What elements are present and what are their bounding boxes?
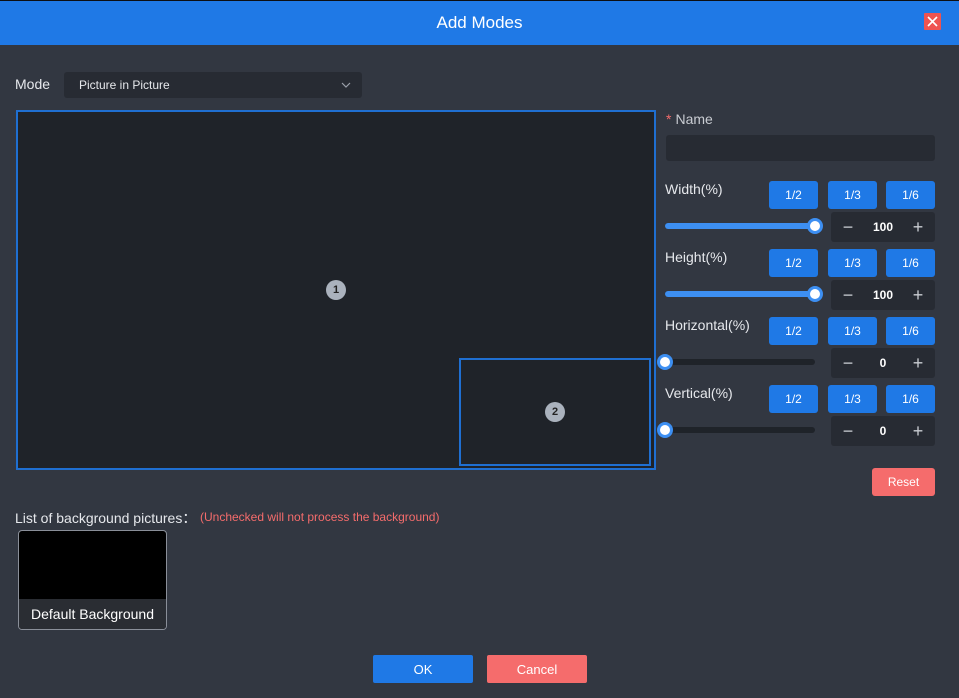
width-decrement-button[interactable]: − [833, 212, 863, 242]
horizontal-sixth-button[interactable]: 1/6 [886, 317, 935, 345]
background-thumbnail[interactable]: Default Background [18, 530, 167, 630]
horizontal-slider[interactable] [657, 354, 815, 370]
vertical-stepper: − 0 + [831, 416, 935, 446]
vertical-label: Vertical(%) [665, 385, 733, 401]
vertical-increment-button[interactable]: + [903, 416, 933, 446]
background-thumbnail-caption: Default Background [19, 599, 166, 629]
background-note: (Unchecked will not process the backgrou… [200, 510, 440, 524]
vertical-third-button[interactable]: 1/3 [828, 385, 877, 413]
mode-select[interactable]: Picture in Picture [64, 72, 362, 98]
horizontal-half-button[interactable]: 1/2 [769, 317, 818, 345]
width-slider-fill [665, 223, 815, 229]
height-half-button[interactable]: 1/2 [769, 249, 818, 277]
horizontal-stepper: − 0 + [831, 348, 935, 378]
height-slider-fill [665, 291, 815, 297]
name-label: * Name [666, 111, 713, 127]
dialog-title: Add Modes [436, 13, 523, 32]
width-value[interactable]: 100 [863, 212, 903, 242]
height-slider[interactable] [665, 286, 823, 302]
horizontal-increment-button[interactable]: + [903, 348, 933, 378]
background-list-label: List of background pictures： [15, 510, 197, 526]
width-slider-handle[interactable] [807, 218, 823, 234]
height-increment-button[interactable]: + [903, 280, 933, 310]
horizontal-value[interactable]: 0 [863, 348, 903, 378]
height-third-button[interactable]: 1/3 [828, 249, 877, 277]
name-label-text: Name [675, 111, 713, 127]
name-input[interactable] [666, 135, 935, 161]
height-slider-handle[interactable] [807, 286, 823, 302]
width-slider[interactable] [665, 218, 823, 234]
close-icon [927, 16, 938, 27]
width-increment-button[interactable]: + [903, 212, 933, 242]
vertical-slider-handle[interactable] [657, 422, 673, 438]
horizontal-third-button[interactable]: 1/3 [828, 317, 877, 345]
width-label: Width(%) [665, 181, 723, 197]
height-sixth-button[interactable]: 1/6 [886, 249, 935, 277]
width-stepper: − 100 + [831, 212, 935, 242]
chevron-down-icon [341, 82, 351, 88]
horizontal-slider-handle[interactable] [657, 354, 673, 370]
dialog-header: Add Modes [0, 0, 959, 45]
height-value[interactable]: 100 [863, 280, 903, 310]
reset-button[interactable]: Reset [872, 468, 935, 496]
vertical-half-button[interactable]: 1/2 [769, 385, 818, 413]
mode-select-value: Picture in Picture [79, 78, 170, 92]
window-1-badge: 1 [326, 280, 346, 300]
height-stepper: − 100 + [831, 280, 935, 310]
mode-label: Mode [15, 76, 51, 92]
width-half-button[interactable]: 1/2 [769, 181, 818, 209]
horizontal-decrement-button[interactable]: − [833, 348, 863, 378]
horizontal-label: Horizontal(%) [665, 317, 750, 333]
required-mark: * [666, 111, 672, 127]
height-decrement-button[interactable]: − [833, 280, 863, 310]
layout-preview-canvas[interactable]: 1 2 [16, 110, 656, 470]
ok-button[interactable]: OK [373, 655, 473, 683]
close-button[interactable] [924, 13, 941, 30]
vertical-decrement-button[interactable]: − [833, 416, 863, 446]
vertical-sixth-button[interactable]: 1/6 [886, 385, 935, 413]
vertical-slider[interactable] [657, 422, 815, 438]
vertical-value[interactable]: 0 [863, 416, 903, 446]
window-2-badge: 2 [545, 402, 565, 422]
width-third-button[interactable]: 1/3 [828, 181, 877, 209]
width-sixth-button[interactable]: 1/6 [886, 181, 935, 209]
height-label: Height(%) [665, 249, 728, 265]
window-2-frame[interactable]: 2 [459, 358, 651, 466]
add-modes-dialog: Add Modes Mode Picture in Picture 1 2 * N… [0, 0, 959, 698]
cancel-button[interactable]: Cancel [487, 655, 587, 683]
